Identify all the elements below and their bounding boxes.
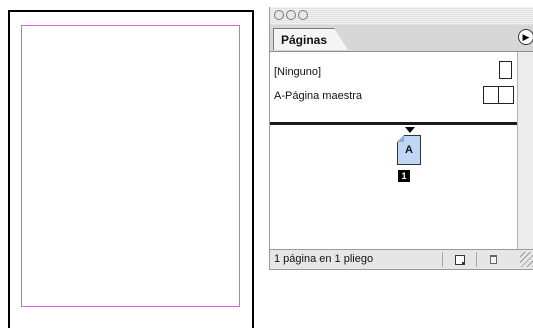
page-master-letter: A bbox=[405, 144, 413, 156]
tab-edge bbox=[334, 28, 348, 50]
new-page-icon bbox=[454, 254, 465, 265]
margin-guide bbox=[21, 25, 240, 307]
delete-page-button[interactable] bbox=[476, 252, 510, 267]
masters-section: [Ninguno] A-Página maestra bbox=[270, 52, 517, 124]
panel-titlebar[interactable] bbox=[270, 7, 533, 26]
minimize-window-button[interactable] bbox=[286, 10, 296, 20]
panel-menu-button[interactable]: ▶ bbox=[518, 29, 533, 45]
panel-status-bar: 1 página en 1 pliego bbox=[270, 249, 533, 269]
tab-paginas[interactable]: Páginas bbox=[273, 28, 335, 50]
new-page-button[interactable] bbox=[442, 252, 476, 267]
pages-panel: Páginas ▶ [Ninguno] A-Página maestra A 1… bbox=[269, 7, 533, 270]
single-page-icon[interactable] bbox=[499, 61, 512, 79]
resize-grip[interactable] bbox=[520, 252, 533, 267]
master-item-a[interactable]: A-Página maestra bbox=[274, 90, 362, 102]
document-page bbox=[8, 10, 254, 328]
master-item-none[interactable]: [Ninguno] bbox=[274, 66, 321, 78]
vertical-scrollbar[interactable] bbox=[517, 52, 533, 249]
master-item-label: [Ninguno] bbox=[274, 66, 322, 78]
trash-icon bbox=[490, 255, 497, 264]
panel-tab-row: Páginas ▶ bbox=[270, 25, 533, 52]
triangle-right-icon: ▶ bbox=[522, 32, 530, 42]
status-text: 1 página en 1 pliego bbox=[274, 253, 374, 265]
master-item-label: A-Página maestra bbox=[274, 90, 363, 102]
facing-pages-icon[interactable] bbox=[483, 86, 515, 104]
page-fold-icon bbox=[397, 135, 404, 142]
zoom-window-button[interactable] bbox=[298, 10, 308, 20]
document-pages-area: A 1 bbox=[270, 125, 517, 249]
page-number: 1 bbox=[398, 170, 410, 182]
close-window-button[interactable] bbox=[274, 10, 284, 20]
spread-marker-icon bbox=[405, 127, 415, 133]
